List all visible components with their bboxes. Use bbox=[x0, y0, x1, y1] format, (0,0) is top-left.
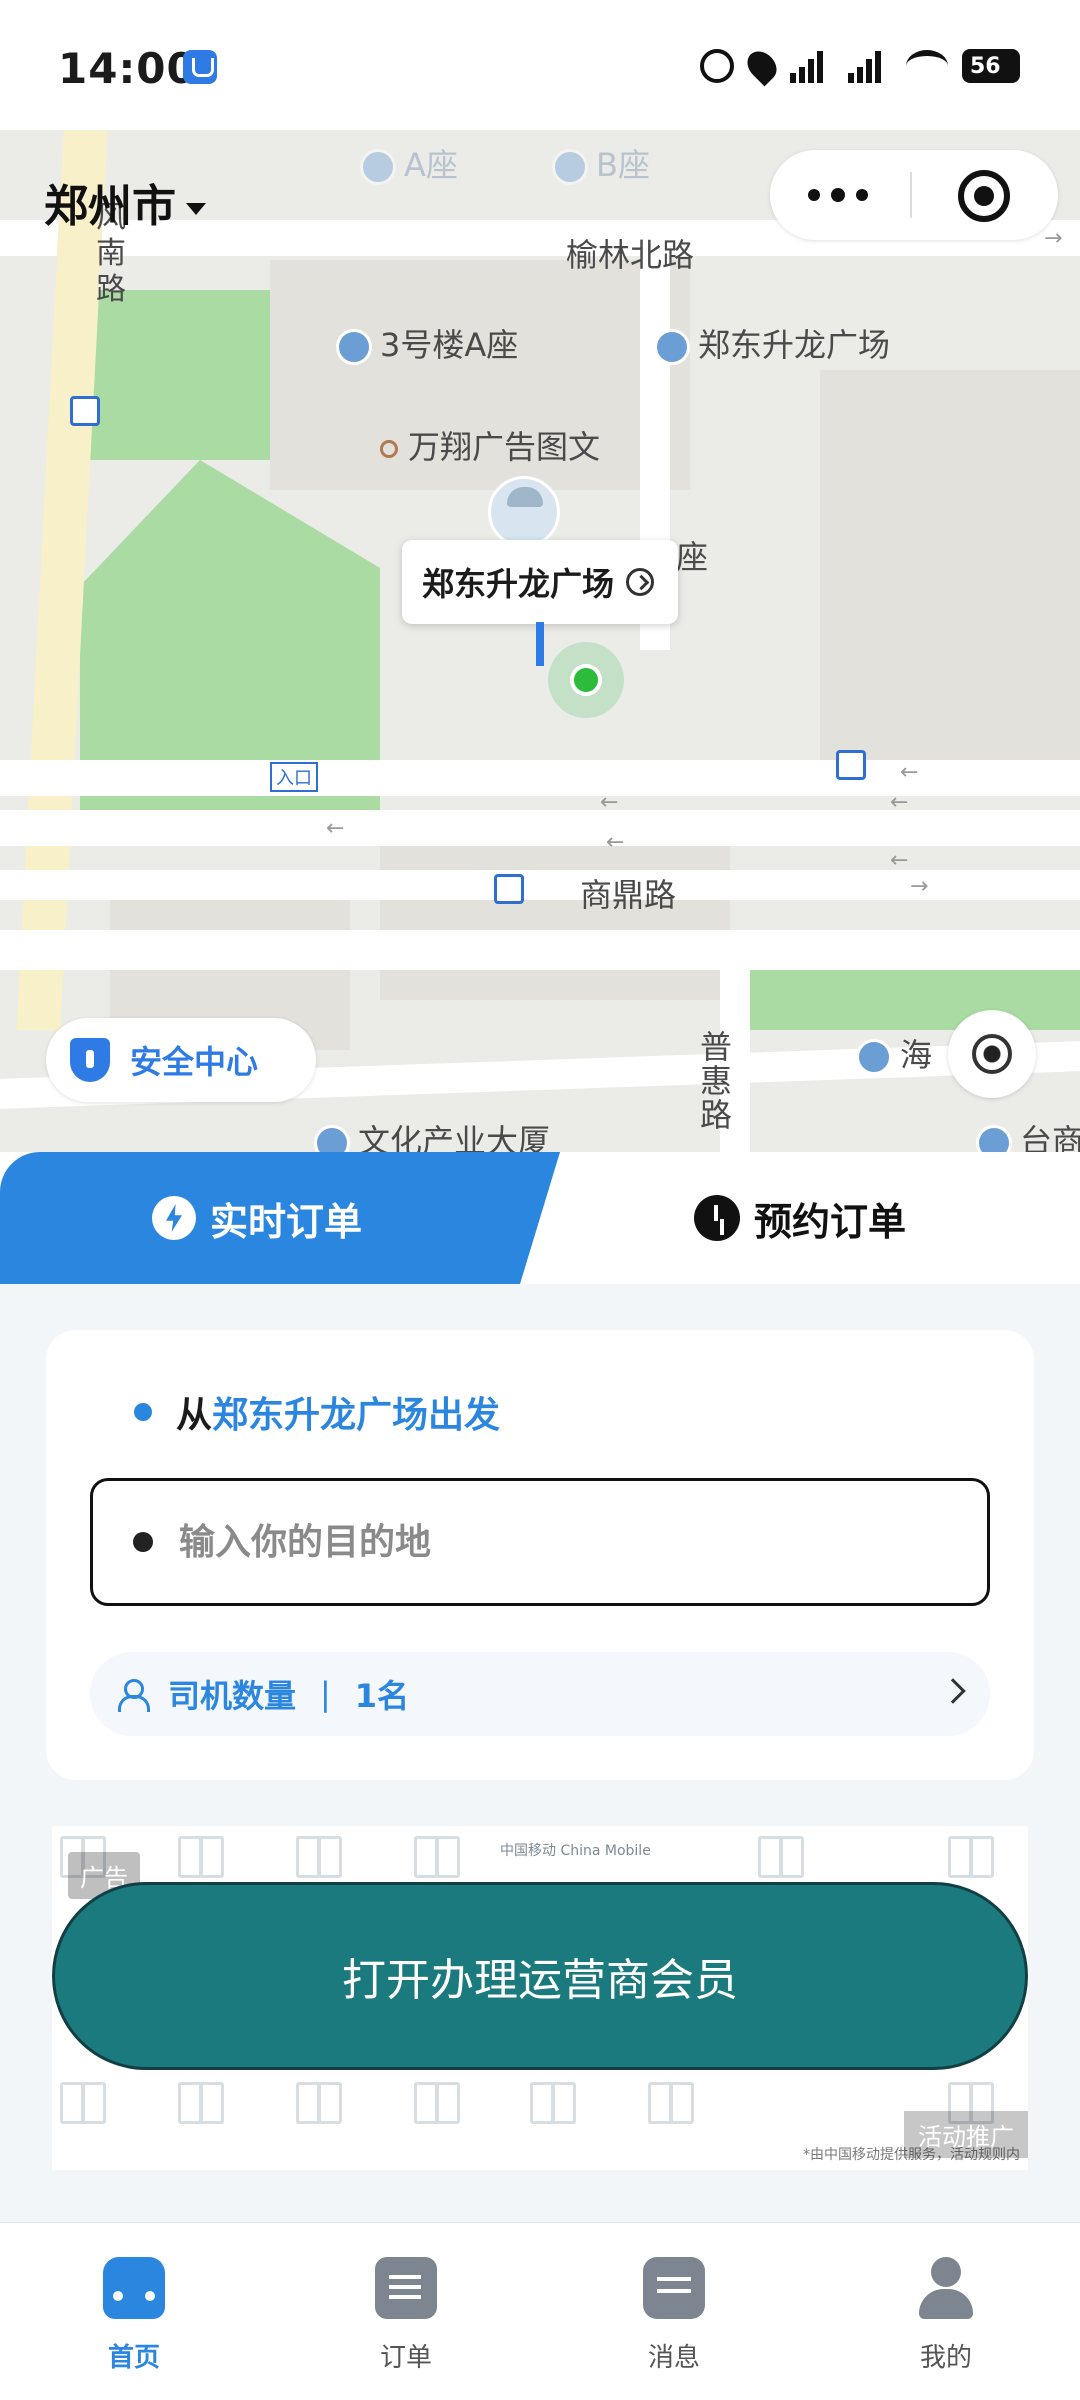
caret-down-icon bbox=[186, 203, 206, 215]
ad-cta-button[interactable]: 打开办理运营商会员 bbox=[52, 1882, 1028, 2070]
clock-icon bbox=[694, 1195, 740, 1241]
order-type-tabs: 实时订单 预约订单 bbox=[0, 1152, 1080, 1284]
map-label-partial-block: 座 bbox=[676, 538, 709, 576]
map-label-b-block: B座 bbox=[552, 140, 650, 186]
building-icon bbox=[552, 149, 588, 185]
current-location-dot bbox=[570, 664, 602, 696]
mini-program-capsule bbox=[770, 150, 1058, 240]
map-label-a-block: A座 bbox=[360, 140, 458, 186]
tab-realtime-order[interactable]: 实时订单 bbox=[152, 1152, 362, 1284]
driver-count-value: 1名 bbox=[354, 1677, 410, 1715]
location-icon bbox=[741, 45, 783, 87]
ad-promo-label: 活动推广 bbox=[904, 2111, 1028, 2158]
building-icon bbox=[856, 1039, 892, 1075]
map-view[interactable]: A座 B座 榆林北路 风南路 3号楼A座 郑东升龙广场 万翔广告图文 座 入口 … bbox=[0, 130, 1080, 1165]
pickup-location[interactable]: 从 郑东升龙广场出发 bbox=[134, 1386, 500, 1438]
bus-stop-icon bbox=[836, 750, 866, 780]
wifi-icon bbox=[906, 50, 948, 82]
arrow-right-circle-icon bbox=[626, 568, 655, 596]
signal-icon bbox=[790, 49, 834, 83]
map-label-bld-3a: 3号楼A座 bbox=[336, 320, 518, 366]
chevron-right-icon bbox=[940, 1678, 966, 1704]
tab-reserve-order[interactable]: 预约订单 bbox=[694, 1152, 906, 1284]
map-label-road-shangding: 商鼎路 bbox=[580, 876, 677, 914]
city-selector[interactable]: 郑州市 bbox=[44, 170, 206, 234]
message-icon bbox=[643, 2257, 705, 2319]
order-card: 从 郑东升龙广场出发 司机数量 | 1名 bbox=[46, 1330, 1034, 1780]
map-label-road-puhui: 普惠路 bbox=[700, 1028, 733, 1134]
destination-field[interactable] bbox=[90, 1478, 990, 1606]
map-label-hai: 海 bbox=[856, 1030, 932, 1076]
user-icon bbox=[915, 2257, 977, 2319]
pickup-pin bbox=[536, 622, 544, 666]
destination-input[interactable] bbox=[177, 1520, 937, 1564]
battery-icon: 56 bbox=[962, 49, 1020, 83]
driver-avatar bbox=[488, 476, 560, 548]
pickup-callout-label: 郑东升龙广场 bbox=[422, 565, 615, 603]
shield-app-icon bbox=[183, 50, 217, 84]
battery-level: 56 bbox=[970, 53, 1001, 79]
signal-icon-2 bbox=[848, 49, 892, 83]
person-icon bbox=[116, 1679, 150, 1712]
map-label-entrance: 入口 bbox=[270, 762, 318, 792]
building-icon bbox=[336, 329, 372, 365]
status-time: 14:00 bbox=[58, 44, 197, 93]
more-icon[interactable] bbox=[808, 188, 868, 202]
building-icon bbox=[654, 329, 690, 365]
nav-orders[interactable]: 订单 bbox=[336, 2257, 476, 2374]
nav-me[interactable]: 我的 bbox=[876, 2257, 1016, 2374]
pickup-callout[interactable]: 郑东升龙广场 bbox=[402, 540, 678, 624]
car-icon bbox=[103, 2257, 165, 2319]
document-icon bbox=[375, 2257, 437, 2319]
china-mobile-logo: 中国移动 China Mobile bbox=[500, 1843, 651, 1859]
shield-icon bbox=[70, 1038, 110, 1082]
destination-dot-icon bbox=[133, 1532, 153, 1552]
lightning-icon bbox=[152, 1196, 196, 1240]
bus-stop-icon bbox=[494, 874, 524, 904]
driver-count-row[interactable]: 司机数量 | 1名 bbox=[90, 1652, 990, 1736]
status-bar: 14:00 56 bbox=[0, 0, 1080, 130]
building-icon bbox=[360, 149, 396, 185]
status-icons: 56 bbox=[700, 45, 1020, 87]
ad-banner[interactable]: 中国移动 China Mobile 广告 打开办理运营商会员 *由中国移动提供服… bbox=[52, 1826, 1028, 2170]
map-label-shop: 万翔广告图文 bbox=[380, 422, 600, 468]
bus-stop-icon bbox=[70, 396, 100, 426]
nav-home[interactable]: 首页 bbox=[64, 2257, 204, 2374]
nav-messages[interactable]: 消息 bbox=[604, 2257, 744, 2374]
pickup-dot-icon bbox=[134, 1403, 152, 1421]
map-label-road-north: 榆林北路 bbox=[566, 236, 695, 274]
safety-center-button[interactable]: 安全中心 bbox=[46, 1018, 316, 1102]
locate-me-button[interactable] bbox=[948, 1010, 1036, 1098]
map-label-plaza: 郑东升龙广场 bbox=[654, 320, 890, 366]
alarm-icon bbox=[700, 49, 734, 83]
safety-center-label: 安全中心 bbox=[130, 1043, 259, 1081]
close-target-icon[interactable] bbox=[958, 170, 1010, 222]
bottom-nav: 首页 订单 消息 我的 bbox=[0, 2222, 1080, 2400]
